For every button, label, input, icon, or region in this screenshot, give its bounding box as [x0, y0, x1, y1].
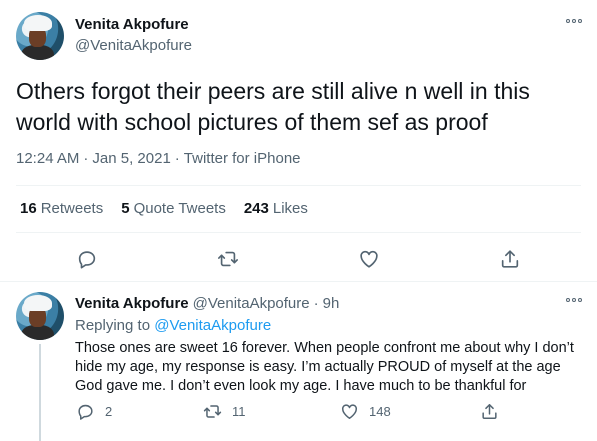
reply-author-handle[interactable]: @VenitaAkpofure [193, 295, 310, 312]
reply-reply-button[interactable]: 2 [76, 402, 112, 421]
tweet-time[interactable]: 12:24 AM [16, 150, 79, 167]
like-count: 148 [369, 404, 391, 419]
reply-icon [78, 404, 93, 420]
retweet-icon [203, 405, 222, 418]
reply-age[interactable]: 9h [323, 295, 340, 312]
author-name[interactable]: Venita Akpofure [75, 16, 189, 33]
retweet-icon[interactable] [217, 248, 239, 270]
replying-to: Replying to @VenitaAkpofure [75, 317, 272, 334]
like-icon[interactable] [358, 248, 380, 270]
reply-more-options-icon[interactable] [566, 298, 582, 302]
author-avatar[interactable] [16, 12, 64, 60]
share-icon [482, 404, 497, 419]
share-icon[interactable] [499, 248, 521, 270]
tweet-stats: 16 Retweets 5 Quote Tweets 243 Likes [20, 200, 308, 217]
like-icon [342, 404, 357, 419]
tweet-meta: 12:24 AM · Jan 5, 2021 · Twitter for iPhone [16, 150, 301, 167]
tweet-source[interactable]: Twitter for iPhone [184, 150, 301, 167]
divider [16, 185, 581, 186]
author-handle[interactable]: @VenitaAkpofure [75, 37, 192, 54]
reply-author-name[interactable]: Venita Akpofure [75, 295, 189, 312]
reply-like-button[interactable]: 148 [340, 402, 391, 421]
retweets-stat[interactable]: 16 Retweets [20, 200, 103, 217]
quote-tweets-stat[interactable]: 5 Quote Tweets [121, 200, 226, 217]
reply-author-avatar[interactable] [16, 292, 64, 340]
reply-text: Those ones are sweet 16 forever. When pe… [75, 340, 574, 394]
reply-header: Venita Akpofure @VenitaAkpofure · 9h [75, 295, 340, 312]
reply-retweet-button[interactable]: 11 [203, 402, 246, 421]
tweet-text: Others forgot their peers are still aliv… [16, 78, 530, 135]
section-divider [0, 281, 597, 282]
retweet-count: 11 [232, 404, 246, 419]
reply-share-button[interactable] [480, 402, 499, 421]
more-options-icon[interactable] [566, 19, 582, 23]
divider [16, 232, 581, 233]
replying-to-link[interactable]: @VenitaAkpofure [154, 317, 271, 334]
tweet-date[interactable]: Jan 5, 2021 [92, 150, 170, 167]
reply-icon[interactable] [76, 248, 98, 270]
reply-count: 2 [105, 404, 113, 419]
likes-stat[interactable]: 243 Likes [244, 200, 308, 217]
thread-line [39, 344, 41, 441]
